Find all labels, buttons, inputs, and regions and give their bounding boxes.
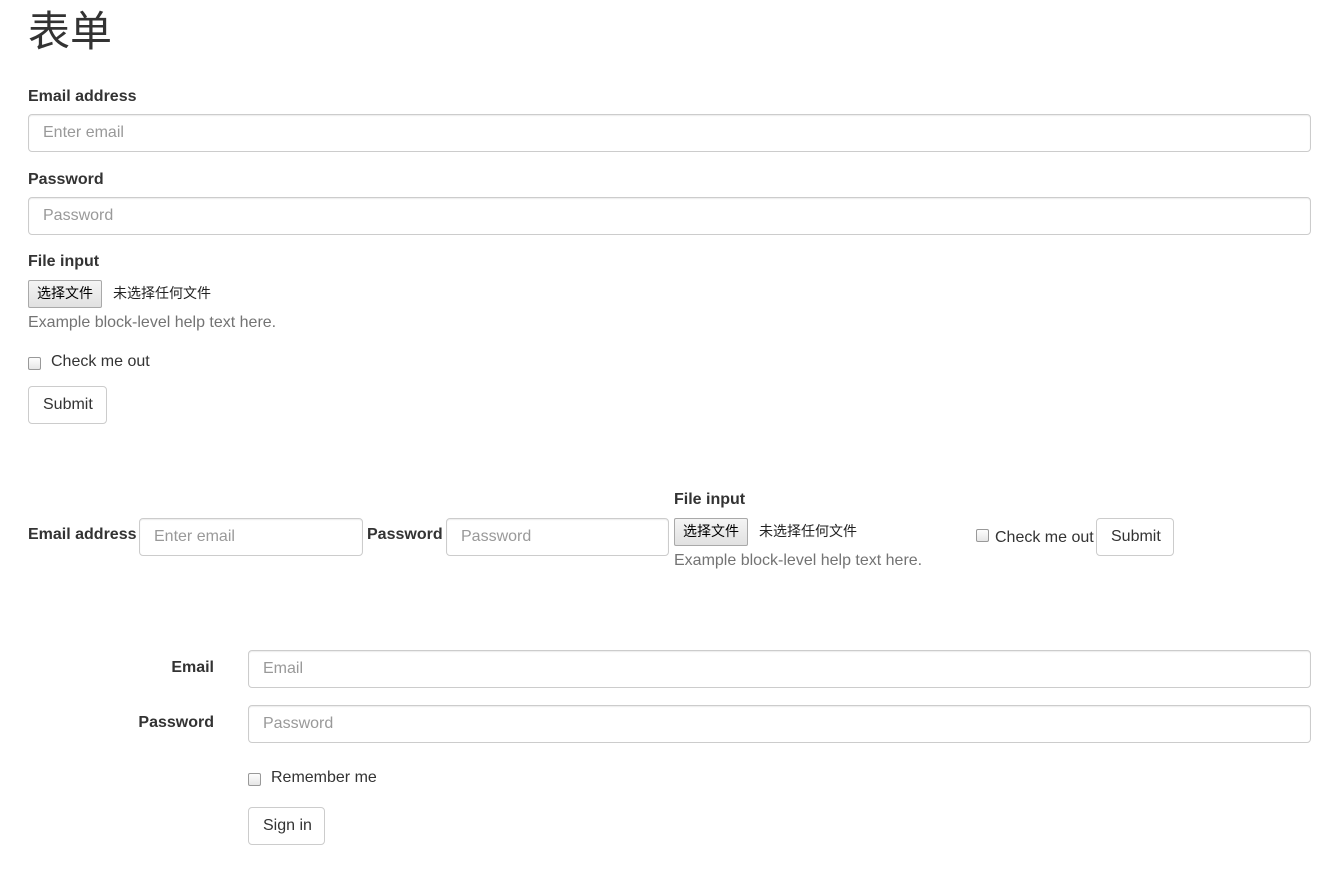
check-me-out-label[interactable]: Check me out	[51, 353, 150, 371]
remember-me-checkbox[interactable]	[248, 773, 261, 786]
submit-button[interactable]: Submit	[28, 386, 107, 424]
inline-choose-file-button[interactable]: 选择文件	[674, 518, 748, 546]
password-input[interactable]	[28, 197, 1311, 235]
page-title: 表单	[28, 7, 113, 56]
horizontal-email-input[interactable]	[248, 650, 1311, 688]
file-input-label: File input	[28, 253, 100, 270]
help-text: Example block-level help text here.	[28, 314, 277, 331]
inline-password-input[interactable]	[446, 518, 669, 556]
inline-help-text: Example block-level help text here.	[674, 552, 923, 569]
file-status-text: 未选择任何文件	[113, 286, 211, 302]
horizontal-email-label: Email	[171, 659, 214, 676]
horizontal-password-input[interactable]	[248, 705, 1311, 743]
inline-password-label: Password	[367, 526, 443, 543]
inline-check-me-out-checkbox[interactable]	[976, 529, 989, 542]
password-label: Password	[28, 171, 104, 188]
inline-file-input-label: File input	[674, 491, 746, 508]
sign-in-button[interactable]: Sign in	[248, 807, 325, 845]
check-me-out-checkbox[interactable]	[28, 357, 41, 370]
inline-email-label: Email address	[28, 526, 137, 543]
email-label: Email address	[28, 88, 137, 105]
inline-submit-button[interactable]: Submit	[1096, 518, 1174, 556]
email-input[interactable]	[28, 114, 1311, 152]
inline-email-input[interactable]	[139, 518, 363, 556]
choose-file-button[interactable]: 选择文件	[28, 280, 102, 308]
remember-me-label[interactable]: Remember me	[271, 769, 377, 787]
inline-check-me-out-label[interactable]: Check me out	[995, 529, 1094, 547]
horizontal-password-label: Password	[138, 714, 214, 731]
inline-file-status-text: 未选择任何文件	[759, 524, 857, 540]
